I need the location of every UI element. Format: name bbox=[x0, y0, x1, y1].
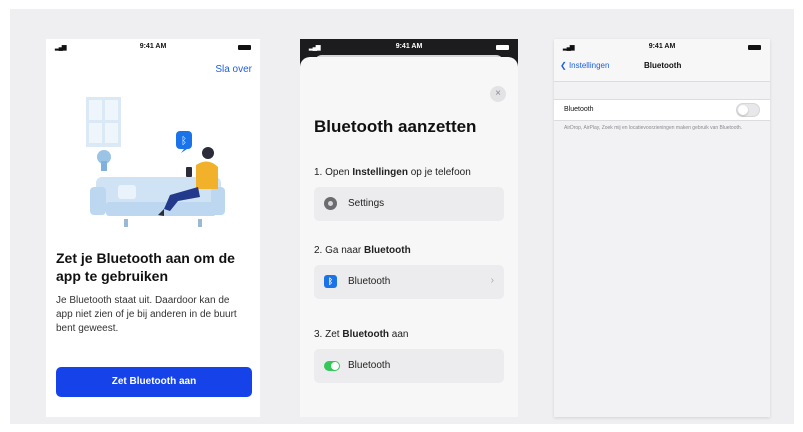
description-text: Je Bluetooth staat uit. Daardoor kan de … bbox=[56, 295, 237, 334]
close-button[interactable]: × bbox=[490, 86, 506, 102]
battery-icon bbox=[238, 45, 251, 50]
settings-gear-icon bbox=[324, 197, 337, 210]
step-1-text: 1. Open Instellingen op je telefoon bbox=[314, 167, 471, 178]
nav-title: Bluetooth bbox=[644, 61, 682, 70]
settings-card-label: Settings bbox=[348, 198, 385, 209]
navigation-bar: ❮ Instellingen Bluetooth bbox=[554, 55, 770, 82]
bluetooth-row-label: Bluetooth bbox=[564, 106, 594, 113]
ios-settings-screen: ▂▄▆ 9:41 AM ❮ Instellingen Bluetooth Blu… bbox=[554, 39, 770, 417]
sheet-title: Bluetooth aanzetten bbox=[314, 117, 477, 136]
status-time: 9:41 AM bbox=[648, 43, 676, 50]
status-bar: ▂▄▆ 9:41 AM bbox=[554, 39, 770, 55]
status-bar: ▂▄▆ 9:41 AM bbox=[46, 39, 260, 55]
person-on-sofa-illustration: ᛒ bbox=[86, 97, 225, 227]
status-bar: ▂▄▆ 9:41 AM bbox=[300, 39, 518, 55]
bluetooth-icon: ᛒ bbox=[324, 275, 337, 288]
onboarding-screen: ▂▄▆ 9:41 AM Sla over ᛒ Zet je Bluetooth … bbox=[46, 39, 260, 417]
bluetooth-toggle-card[interactable]: Bluetooth bbox=[314, 349, 504, 383]
bluetooth-card-label: Bluetooth bbox=[348, 276, 391, 287]
battery-icon bbox=[496, 45, 509, 50]
bluetooth-toggle-switch[interactable] bbox=[736, 103, 760, 117]
chevron-right-icon: › bbox=[490, 275, 494, 286]
canvas-background: ▂▄▆ 9:41 AM Sla over ᛒ Zet je Bluetooth … bbox=[10, 9, 794, 424]
svg-text:ᛒ: ᛒ bbox=[181, 136, 187, 147]
back-label: Instellingen bbox=[568, 61, 610, 70]
instructions-screen: ▂▄▆ 9:41 AM × Bluetooth aanzetten 1. Ope… bbox=[300, 39, 518, 417]
status-time: 9:41 AM bbox=[139, 43, 167, 50]
battery-icon bbox=[748, 45, 761, 50]
chevron-left-icon: ❮ bbox=[560, 61, 569, 70]
page-title: Zet je Bluetooth aan om de app te gebrui… bbox=[56, 250, 235, 284]
bluetooth-footnote: AirDrop, AirPlay, Zoek mij en locatievoo… bbox=[564, 125, 743, 131]
bluetooth-toggle-label: Bluetooth bbox=[348, 360, 391, 371]
bluetooth-card[interactable]: ᛒ Bluetooth › bbox=[314, 265, 504, 299]
enable-bluetooth-button[interactable]: Zet Bluetooth aan bbox=[56, 367, 252, 397]
bluetooth-setting-row: Bluetooth bbox=[554, 99, 770, 121]
back-button[interactable]: ❮ Instellingen bbox=[560, 61, 609, 70]
modal-sheet: × Bluetooth aanzetten 1. Open Instelling… bbox=[300, 57, 518, 417]
step-3-text: 3. Zet Bluetooth aan bbox=[314, 329, 409, 340]
toggle-on-icon bbox=[324, 361, 340, 371]
skip-link[interactable]: Sla over bbox=[215, 64, 252, 75]
settings-card[interactable]: Settings bbox=[314, 187, 504, 221]
step-2-text: 2. Ga naar Bluetooth bbox=[314, 245, 411, 256]
status-time: 9:41 AM bbox=[395, 43, 423, 50]
